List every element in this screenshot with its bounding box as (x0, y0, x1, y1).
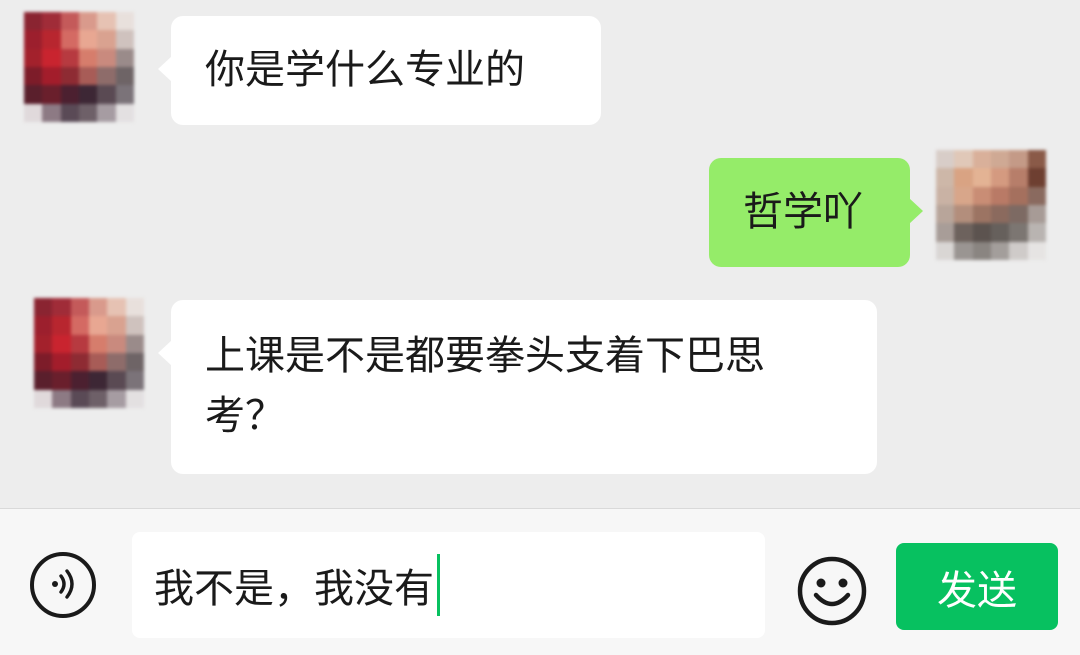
message-bubble-incoming[interactable]: 上课是不是都要拳头支着下巴思考？ (158, 300, 877, 474)
contact-avatar[interactable] (24, 12, 134, 122)
message-input[interactable]: 我不是，我没有 (132, 532, 765, 638)
chat-message-area: 你是学什么专业的 哲学吖 上课是不是都要拳头支着下巴思考？ (0, 0, 1080, 508)
voice-input-button[interactable] (30, 552, 96, 618)
emoji-icon (796, 555, 868, 631)
chat-input-bar: 我不是，我没有 发送 (0, 508, 1080, 655)
send-button[interactable]: 发送 (896, 543, 1058, 630)
message-input-text: 我不是，我没有 (154, 566, 434, 612)
contact-avatar[interactable] (34, 298, 144, 408)
message-text: 哲学吖 (743, 189, 863, 235)
self-avatar[interactable] (936, 150, 1046, 260)
text-caret (437, 554, 440, 616)
voice-icon (46, 567, 80, 604)
message-text: 上课是不是都要拳头支着下巴思考？ (205, 333, 765, 439)
emoji-button[interactable] (796, 555, 868, 631)
message-bubble-incoming[interactable]: 你是学什么专业的 (158, 16, 601, 125)
message-bubble-outgoing[interactable]: 哲学吖 (709, 158, 923, 267)
message-text: 你是学什么专业的 (205, 47, 525, 93)
